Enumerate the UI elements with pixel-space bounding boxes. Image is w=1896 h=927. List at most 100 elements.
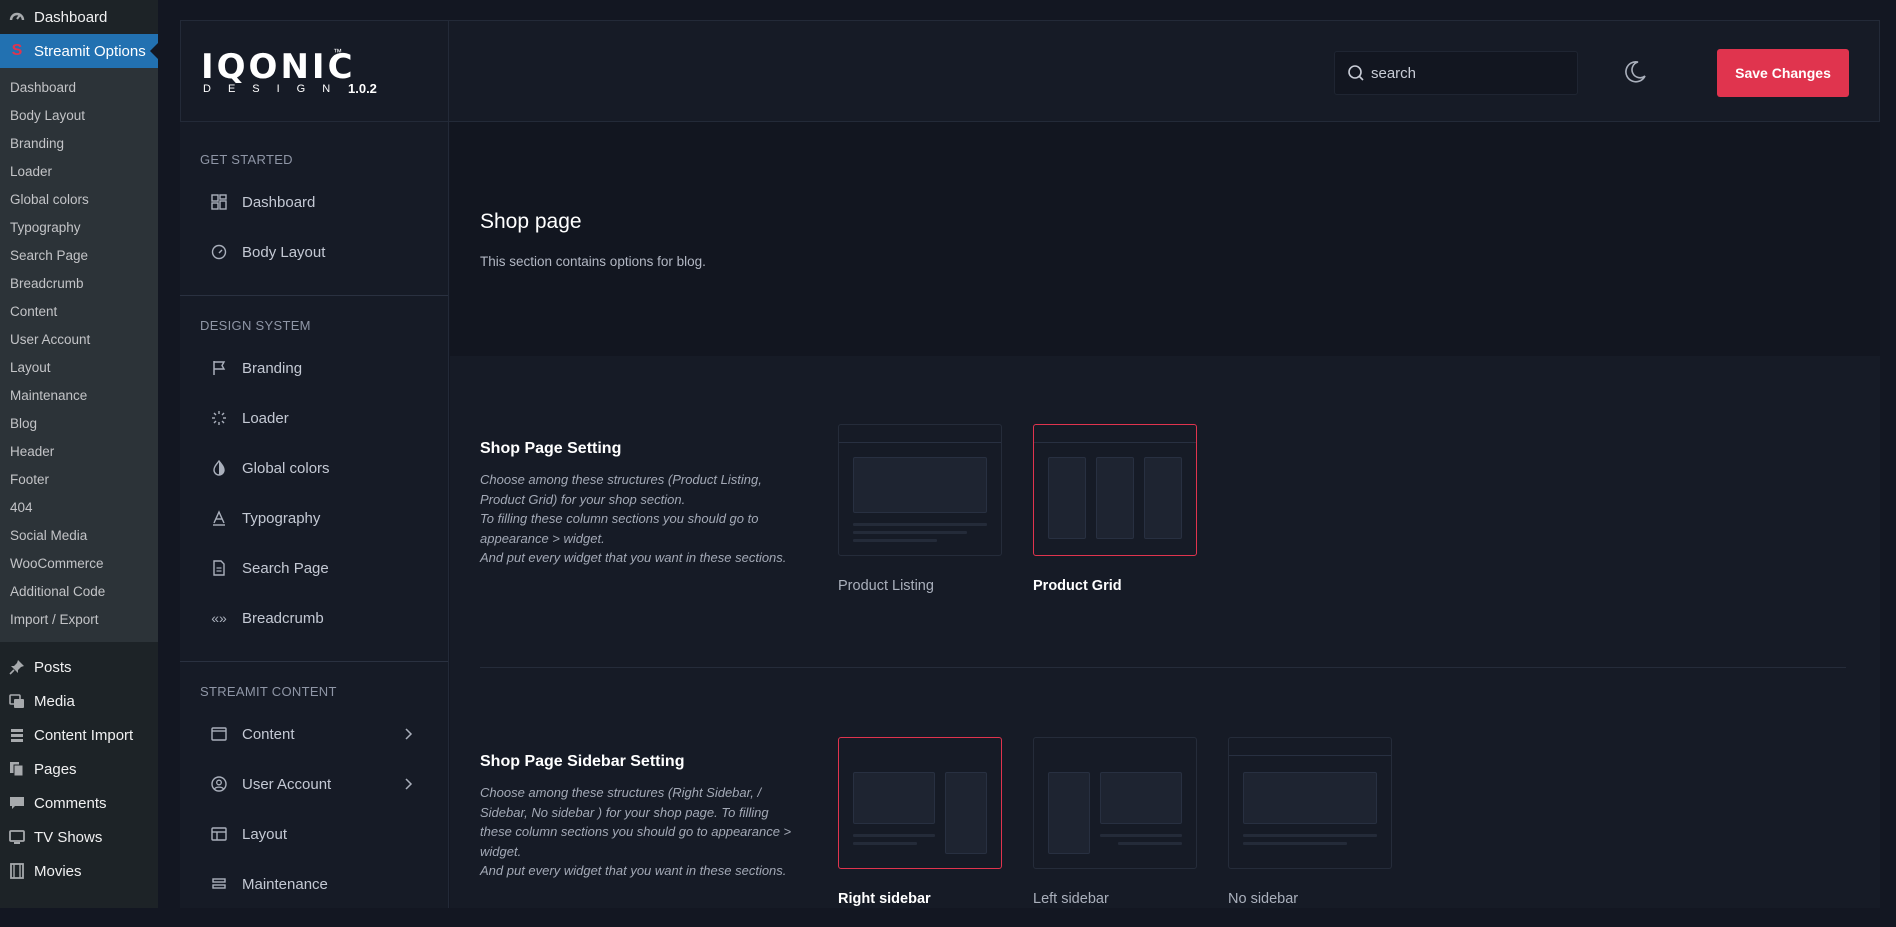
page-title: Shop page — [480, 210, 582, 233]
wp-submenu-item[interactable]: Content — [0, 298, 158, 326]
wp-submenu-item[interactable]: Import / Export — [0, 606, 158, 634]
nav-item-typography[interactable]: Typography — [180, 493, 448, 543]
card-header-bar — [839, 425, 1001, 443]
wp-menu-media[interactable]: Media — [0, 684, 158, 718]
nav-group-design-system: DESIGN SYSTEM Branding Loader Global col… — [180, 296, 448, 662]
wp-submenu-item[interactable]: Typography — [0, 214, 158, 242]
wp-submenu-item[interactable]: User Account — [0, 326, 158, 354]
search-box[interactable] — [1334, 51, 1578, 95]
wp-submenu-item[interactable]: Additional Code — [0, 578, 158, 606]
card-preview-block — [1048, 457, 1086, 539]
wp-menu-movies[interactable]: Movies — [0, 854, 158, 888]
nav-item-label: Content — [242, 725, 295, 743]
search-input[interactable] — [1371, 52, 1571, 94]
nav-item-label: Breadcrumb — [242, 609, 324, 627]
nav-item-dashboard[interactable]: Dashboard — [180, 177, 448, 227]
layout-option-label[interactable]: Product Grid — [1033, 578, 1122, 594]
nav-group-streamit-content: STREAMIT CONTENT Content User Account La… — [180, 662, 448, 927]
nav-group-heading: GET STARTED — [200, 152, 293, 167]
layout-option-left-sidebar[interactable] — [1033, 737, 1197, 869]
streamit-logo-icon: S — [11, 42, 23, 59]
grid-icon — [210, 193, 228, 211]
options-panel: IQONIC ™ DESIGN 1.0.2 Save Changes GET S… — [180, 20, 1880, 908]
nav-item-user-account[interactable]: User Account — [180, 759, 448, 809]
section-description-line: Choose among these structures (Right Sid… — [480, 785, 792, 859]
nav-item-breadcrumb[interactable]: «» Breadcrumb — [180, 593, 448, 643]
film-icon — [8, 862, 26, 880]
chevron-right-icon — [404, 777, 414, 791]
nav-item-label: Body Layout — [242, 243, 326, 261]
wp-menu-dashboard[interactable]: Dashboard — [0, 0, 158, 34]
card-preview-block — [945, 772, 987, 854]
card-preview-line — [853, 842, 917, 845]
wp-submenu-item[interactable]: Body Layout — [0, 102, 158, 130]
card-preview-line — [853, 531, 967, 534]
window-icon — [210, 725, 228, 743]
card-preview-line — [853, 834, 935, 837]
layout-option-label[interactable]: Right sidebar — [838, 891, 931, 907]
card-header-bar — [1034, 425, 1196, 443]
nav-item-loader[interactable]: Loader — [180, 393, 448, 443]
wp-submenu-item[interactable]: Global colors — [0, 186, 158, 214]
options-nav: GET STARTED Dashboard Body Layout DESIGN… — [180, 122, 449, 908]
wp-submenu-item[interactable]: Dashboard — [0, 74, 158, 102]
wp-submenu-item[interactable]: Search Page — [0, 242, 158, 270]
nav-item-content[interactable]: Content — [180, 709, 448, 759]
nav-item-label: Typography — [242, 509, 321, 527]
nav-item-label: Dashboard — [242, 193, 316, 211]
wp-menu-posts[interactable]: Posts — [0, 650, 158, 684]
wp-submenu-item[interactable]: Loader — [0, 158, 158, 186]
nav-item-body-layout[interactable]: Body Layout — [180, 227, 448, 277]
wp-submenu-item[interactable]: Breadcrumb — [0, 270, 158, 298]
nav-item-label: Loader — [242, 409, 289, 427]
nav-item-label: Search Page — [242, 559, 329, 577]
nav-item-label: Global colors — [242, 459, 330, 477]
wp-lower-menu: Posts Media Content Import Pages Comment… — [0, 642, 158, 888]
section-divider — [480, 667, 1846, 668]
save-changes-button[interactable]: Save Changes — [1717, 49, 1849, 97]
layout-option-product-grid[interactable] — [1033, 424, 1197, 556]
nav-item-global-colors[interactable]: Global colors — [180, 443, 448, 493]
layout-option-label[interactable]: No sidebar — [1228, 891, 1298, 907]
wp-submenu-item[interactable]: Blog — [0, 410, 158, 438]
wp-submenu-item[interactable]: Branding — [0, 130, 158, 158]
dark-mode-toggle-icon[interactable] — [1621, 58, 1649, 86]
card-preview-block — [1100, 772, 1182, 824]
wp-menu-tv-shows[interactable]: TV Shows — [0, 820, 158, 854]
card-preview-block — [1048, 772, 1090, 854]
document-icon — [210, 559, 228, 577]
layout-option-label[interactable]: Product Listing — [838, 578, 934, 594]
media-icon — [8, 692, 26, 710]
nav-item-label: User Account — [242, 775, 332, 793]
nav-item-label: Branding — [242, 359, 303, 377]
card-preview-line — [853, 523, 987, 526]
layout-option-label[interactable]: Left sidebar — [1033, 891, 1109, 907]
import-icon — [8, 726, 26, 744]
wp-admin-sidebar: Dashboard S Streamit Options Dashboard B… — [0, 0, 158, 908]
wp-menu-streamit-options-label: Streamit Options — [34, 42, 146, 60]
breadcrumb-icon: «» — [211, 610, 227, 626]
chevron-right-icon — [404, 727, 414, 741]
nav-item-layout[interactable]: Layout — [180, 809, 448, 859]
dashboard-icon — [8, 8, 26, 26]
wp-submenu-item[interactable]: WooCommerce — [0, 550, 158, 578]
nav-item-search-page[interactable]: Search Page — [180, 543, 448, 593]
layout-option-no-sidebar[interactable] — [1228, 737, 1392, 869]
nav-item-maintenance[interactable]: Maintenance — [180, 859, 448, 909]
wp-submenu-item[interactable]: Footer — [0, 466, 158, 494]
wp-menu-streamit-options[interactable]: S Streamit Options — [0, 34, 158, 68]
wp-submenu-item[interactable]: Social Media — [0, 522, 158, 550]
wp-menu-pages-label: Pages — [34, 760, 77, 778]
wp-submenu-item[interactable]: Layout — [0, 354, 158, 382]
wp-submenu-item[interactable]: Maintenance — [0, 382, 158, 410]
section-description-line: Choose among these structures (Product L… — [480, 472, 762, 507]
wp-submenu-item[interactable]: Header — [0, 438, 158, 466]
layout-option-right-sidebar[interactable] — [838, 737, 1002, 869]
wp-menu-content-import[interactable]: Content Import — [0, 718, 158, 752]
nav-group-heading: STREAMIT CONTENT — [200, 684, 337, 699]
wp-submenu-item[interactable]: 404 — [0, 494, 158, 522]
layout-option-product-listing[interactable] — [838, 424, 1002, 556]
wp-menu-pages[interactable]: Pages — [0, 752, 158, 786]
nav-item-branding[interactable]: Branding — [180, 343, 448, 393]
wp-menu-comments[interactable]: Comments — [0, 786, 158, 820]
